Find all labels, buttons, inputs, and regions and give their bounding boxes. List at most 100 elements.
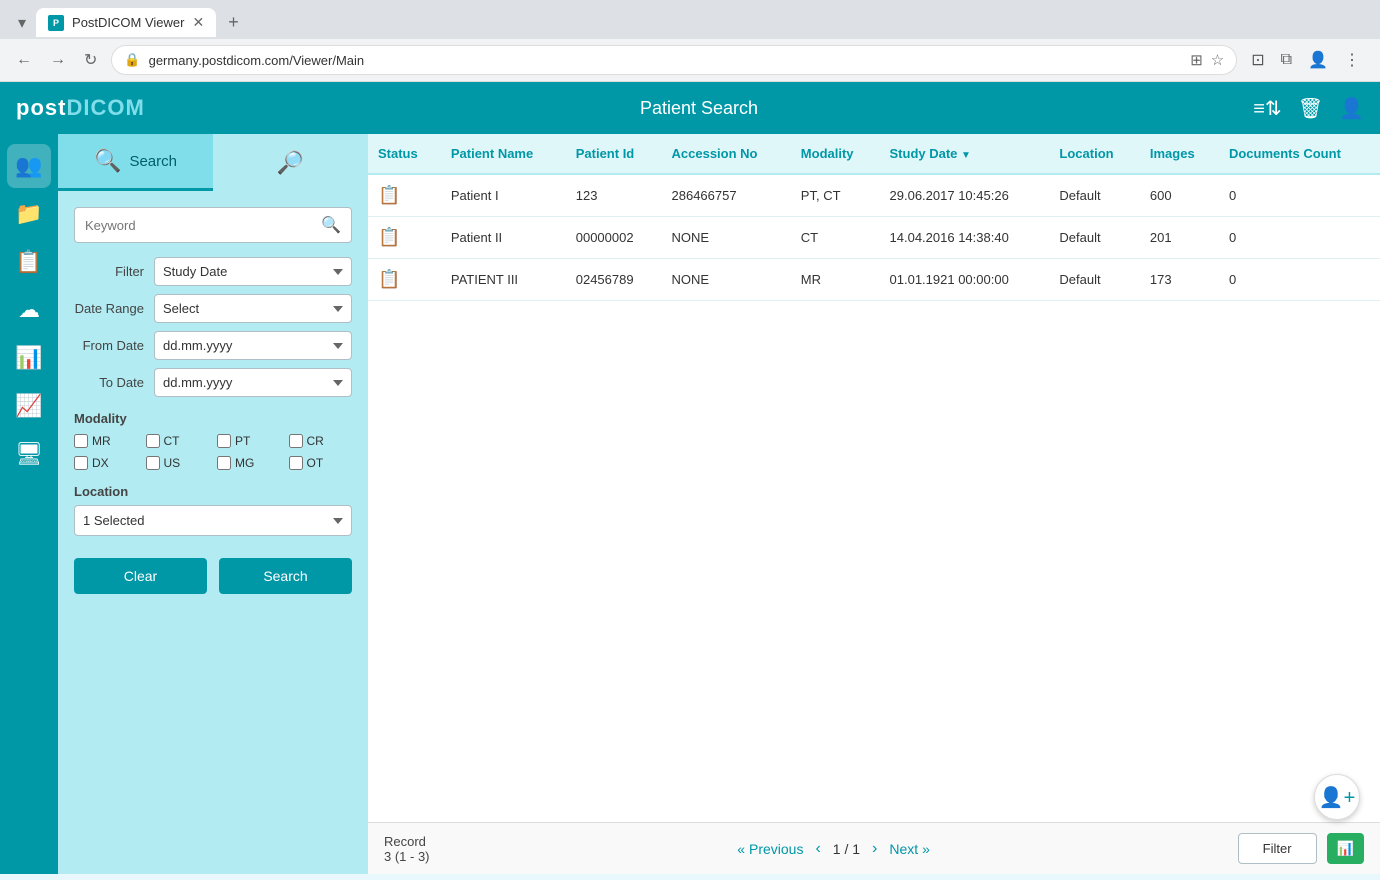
nav-patients[interactable]: 👥 bbox=[7, 144, 51, 188]
next-chevron-icon[interactable]: › bbox=[872, 840, 877, 858]
tab-search[interactable]: 🔍 Search bbox=[58, 134, 213, 191]
table-row[interactable]: 📋 Patient I 123 286466757 PT, CT 29.06.2… bbox=[368, 174, 1380, 217]
modality-ct[interactable]: CT bbox=[146, 434, 210, 448]
row3-images: 173 bbox=[1140, 259, 1219, 301]
menu-icon[interactable]: ⋮ bbox=[1340, 46, 1364, 74]
row2-patient-id: 00000002 bbox=[566, 217, 662, 259]
search-body: 🔍 Filter Study Date Date Range Select bbox=[58, 191, 368, 874]
table-row[interactable]: 📋 PATIENT III 02456789 NONE MR 01.01.192… bbox=[368, 259, 1380, 301]
nav-upload[interactable]: ☁ bbox=[7, 288, 51, 332]
modality-us[interactable]: US bbox=[146, 456, 210, 470]
modality-pt[interactable]: PT bbox=[217, 434, 281, 448]
location-section: Location 1 Selected bbox=[74, 484, 352, 536]
row2-documents-count: 0 bbox=[1219, 217, 1380, 259]
add-user-fab[interactable]: 👤+ bbox=[1314, 774, 1360, 820]
search-tab-icon: 🔍 bbox=[94, 148, 121, 174]
patients-table: Status Patient Name Patient Id Accession… bbox=[368, 134, 1380, 301]
nav-documents[interactable]: 📋 bbox=[7, 240, 51, 284]
row3-accession-no: NONE bbox=[662, 259, 791, 301]
nav-folders[interactable]: 📁 bbox=[7, 192, 51, 236]
to-date-select[interactable]: dd.mm.yyyy bbox=[154, 368, 352, 397]
sort-lines-icon[interactable]: ≡⇅ bbox=[1253, 96, 1281, 121]
search-tab-label: Search bbox=[129, 153, 177, 170]
sidebar-nav: 👥 📁 📋 ☁ 📊 📈 🖥 bbox=[0, 134, 58, 874]
new-tab-button[interactable]: + bbox=[216, 6, 251, 39]
col-study-date[interactable]: Study Date ▼ bbox=[880, 134, 1050, 174]
modality-mr[interactable]: MR bbox=[74, 434, 138, 448]
user-account-icon[interactable]: 👤 bbox=[1339, 96, 1364, 121]
app-header: postDICOM Patient Search ≡⇅ 🗑 👤 bbox=[0, 82, 1380, 134]
reload-button[interactable]: ↻ bbox=[80, 46, 101, 74]
modality-dx-checkbox[interactable] bbox=[74, 456, 88, 470]
close-tab-icon[interactable]: ✕ bbox=[193, 14, 205, 31]
to-date-row: To Date dd.mm.yyyy bbox=[74, 368, 352, 397]
extensions-icon[interactable]: ⧉ bbox=[1277, 47, 1296, 73]
filter-button[interactable]: Filter bbox=[1238, 833, 1317, 864]
star-icon[interactable]: ☆ bbox=[1211, 51, 1224, 69]
modality-ot-checkbox[interactable] bbox=[289, 456, 303, 470]
app-logo: postDICOM bbox=[16, 95, 145, 121]
date-range-select[interactable]: Select bbox=[154, 294, 352, 323]
back-button[interactable]: ← bbox=[12, 47, 36, 73]
row2-study-date: 14.04.2016 14:38:40 bbox=[880, 217, 1050, 259]
nav-viewer[interactable]: 🖥 bbox=[7, 432, 51, 476]
prev-chevron-icon[interactable]: ‹ bbox=[815, 840, 820, 858]
advanced-search-tab-icon: 🔎 bbox=[277, 150, 304, 176]
pagination-controls: « Previous ‹ 1 / 1 › Next » bbox=[430, 840, 1238, 858]
to-date-label: To Date bbox=[74, 375, 154, 390]
modality-ct-checkbox[interactable] bbox=[146, 434, 160, 448]
col-patient-name: Patient Name bbox=[441, 134, 566, 174]
modality-mg[interactable]: MG bbox=[217, 456, 281, 470]
col-patient-id: Patient Id bbox=[566, 134, 662, 174]
next-label: Next bbox=[889, 841, 918, 857]
modality-mg-checkbox[interactable] bbox=[217, 456, 231, 470]
filter-select[interactable]: Study Date bbox=[154, 257, 352, 286]
location-select[interactable]: 1 Selected bbox=[74, 505, 352, 536]
table-header: Status Patient Name Patient Id Accession… bbox=[368, 134, 1380, 174]
filter-row: Filter Study Date bbox=[74, 257, 352, 286]
row1-location: Default bbox=[1049, 174, 1139, 217]
from-date-select[interactable]: dd.mm.yyyy bbox=[154, 331, 352, 360]
forward-button[interactable]: → bbox=[46, 47, 70, 73]
search-button[interactable]: Search bbox=[219, 558, 352, 594]
modality-pt-checkbox[interactable] bbox=[217, 434, 231, 448]
modality-dx[interactable]: DX bbox=[74, 456, 138, 470]
row1-accession-no: 286466757 bbox=[662, 174, 791, 217]
lock-icon: 🔒 bbox=[124, 52, 140, 68]
modality-cr[interactable]: CR bbox=[289, 434, 353, 448]
row2-modality: CT bbox=[791, 217, 880, 259]
tab-dropdown[interactable]: ▾ bbox=[8, 7, 36, 39]
previous-button[interactable]: « Previous bbox=[737, 841, 803, 857]
trash-icon[interactable]: 🗑 bbox=[1298, 96, 1323, 121]
page-info: 1 / 1 bbox=[833, 841, 860, 857]
address-bar: 🔒 germany.postdicom.com/Viewer/Main ⊞ ☆ bbox=[111, 45, 1237, 75]
keyword-search-button[interactable]: 🔍 bbox=[311, 208, 351, 242]
translate-icon[interactable]: ⊞ bbox=[1190, 51, 1203, 69]
nav-worklist[interactable]: 📊 bbox=[7, 336, 51, 380]
row2-patient-name: Patient II bbox=[441, 217, 566, 259]
pagination-right: Filter 📊 bbox=[1238, 833, 1364, 864]
next-arrow-icon: » bbox=[922, 841, 930, 857]
row2-location: Default bbox=[1049, 217, 1139, 259]
previous-label: Previous bbox=[749, 841, 803, 857]
row3-patient-name: PATIENT III bbox=[441, 259, 566, 301]
address-input[interactable]: germany.postdicom.com/Viewer/Main bbox=[149, 53, 1183, 68]
keyword-input[interactable] bbox=[75, 211, 311, 240]
browser-tab[interactable]: P PostDICOM Viewer ✕ bbox=[36, 8, 216, 37]
nav-analytics[interactable]: 📈 bbox=[7, 384, 51, 428]
profile-icon[interactable]: 👤 bbox=[1304, 46, 1332, 74]
modality-us-checkbox[interactable] bbox=[146, 456, 160, 470]
modality-cr-checkbox[interactable] bbox=[289, 434, 303, 448]
next-button[interactable]: Next » bbox=[889, 841, 930, 857]
modality-label: Modality bbox=[74, 411, 352, 426]
modality-ot[interactable]: OT bbox=[289, 456, 353, 470]
clear-button[interactable]: Clear bbox=[74, 558, 207, 594]
row3-study-date: 01.01.1921 00:00:00 bbox=[880, 259, 1050, 301]
excel-export-button[interactable]: 📊 bbox=[1327, 833, 1364, 864]
modality-mr-checkbox[interactable] bbox=[74, 434, 88, 448]
row1-documents-count: 0 bbox=[1219, 174, 1380, 217]
table-row[interactable]: 📋 Patient II 00000002 NONE CT 14.04.2016… bbox=[368, 217, 1380, 259]
screen-icon[interactable]: ⊡ bbox=[1247, 46, 1268, 74]
tab-advanced-search[interactable]: 🔎 bbox=[213, 134, 368, 191]
col-location: Location bbox=[1049, 134, 1139, 174]
